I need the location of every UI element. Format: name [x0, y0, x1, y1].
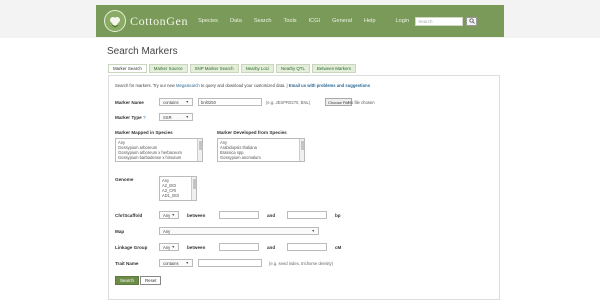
- marker-type-label-text: Marker Type: [115, 115, 142, 120]
- linkage-group-select[interactable]: Any ▼: [159, 243, 179, 251]
- nav-search[interactable]: Search: [254, 18, 272, 24]
- tab-nearby-loci[interactable]: Nearby Loci: [240, 64, 274, 73]
- trait-name-input[interactable]: [198, 259, 262, 267]
- email-link[interactable]: Email us with problems and suggestions: [289, 83, 370, 88]
- scrollbar[interactable]: [191, 177, 196, 200]
- logo[interactable]: CottonGen: [104, 10, 188, 32]
- megasearch-link[interactable]: MegaSearch: [176, 83, 200, 88]
- genome-listbox[interactable]: Any A2_BGI A2_CRI AD1_BGI: [159, 176, 197, 201]
- search-icon[interactable]: [466, 16, 478, 26]
- nav-data[interactable]: Data: [230, 18, 242, 24]
- file-status: No file chosen: [348, 100, 375, 105]
- intro-text: Search for markers. Try our new MegaSear…: [115, 83, 370, 88]
- reset-button[interactable]: Reset: [140, 276, 162, 285]
- chevron-down-icon: ▼: [185, 100, 189, 104]
- site-header: CottonGen Species Data Search Tools ICGI…: [96, 5, 504, 37]
- intro-middle: to query and download your customized da…: [199, 83, 289, 88]
- marker-type-label: Marker Type ?: [115, 115, 146, 120]
- list-item[interactable]: AD1_BGI: [162, 193, 194, 198]
- chr-end-input[interactable]: [287, 211, 327, 219]
- lg-between-label: between: [187, 245, 206, 250]
- help-icon[interactable]: ?: [143, 115, 146, 120]
- list-item[interactable]: Gossypium anomalum: [220, 155, 302, 160]
- scrollbar[interactable]: [299, 139, 304, 161]
- map-label: Map: [115, 229, 125, 234]
- page-title: Search Markers: [107, 46, 178, 57]
- nav-species[interactable]: Species: [198, 18, 218, 24]
- tab-marker-search[interactable]: Marker Search: [108, 64, 147, 73]
- chevron-down-icon: ▼: [185, 261, 189, 265]
- login-link[interactable]: Login: [396, 18, 410, 24]
- scrollbar-thumb[interactable]: [193, 179, 196, 189]
- lg-start-input[interactable]: [219, 243, 259, 251]
- search-button[interactable]: Search: [115, 276, 139, 285]
- trait-operator-select[interactable]: contains ▼: [159, 259, 193, 267]
- chevron-down-icon: ▼: [185, 115, 189, 119]
- tab-snp-marker-search[interactable]: SNP Marker Search: [189, 64, 239, 73]
- marker-name-label: Marker Name: [115, 100, 144, 105]
- tab-bar: Marker Search Marker Source SNP Marker S…: [108, 64, 358, 73]
- linkage-group-label: Linkage Group: [115, 245, 148, 250]
- map-value: Any: [163, 229, 171, 234]
- chevron-down-icon: ▼: [171, 245, 175, 249]
- list-item[interactable]: Gossypium barbadense x hirsutum: [118, 155, 200, 160]
- tab-marker-source[interactable]: Marker Source: [148, 64, 188, 73]
- nav-help[interactable]: Help: [364, 18, 376, 24]
- linkage-group-value: Any: [163, 245, 171, 250]
- lg-unit-label: cM: [335, 245, 342, 250]
- nav-icgi[interactable]: ICGI: [309, 18, 321, 24]
- chr-start-input[interactable]: [219, 211, 259, 219]
- marker-type-select[interactable]: SSR ▼: [159, 113, 193, 121]
- intro-prefix: Search for markers. Try our new: [115, 83, 176, 88]
- tab-between-markers[interactable]: Between Markers: [311, 64, 357, 73]
- trait-name-label: Trait Name: [115, 261, 139, 266]
- tab-nearby-qtl[interactable]: Nearby QTL: [276, 64, 310, 73]
- marker-type-value: SSR: [163, 115, 172, 120]
- scrollbar[interactable]: [197, 139, 202, 161]
- marker-name-operator-select[interactable]: contains ▼: [159, 98, 193, 106]
- marker-name-hint: (e.g. JESPR0270, BNL): [266, 100, 311, 105]
- developed-species-label: Marker Developed from Species: [217, 130, 287, 135]
- chr-and-label: and: [267, 213, 276, 218]
- trait-name-hint: (e.g. seed index, trichome density): [269, 261, 334, 266]
- marker-name-input[interactable]: bnl0250: [198, 98, 262, 106]
- search-form-panel: Search for markers. Try our new MegaSear…: [108, 75, 500, 300]
- developed-species-listbox[interactable]: Any Arabidopsis thaliana Brassica spp. G…: [217, 138, 305, 162]
- site-search-input[interactable]: Search: [415, 16, 464, 26]
- chr-between-label: between: [187, 213, 206, 218]
- cotton-boll-icon: [104, 10, 126, 32]
- mapped-species-listbox[interactable]: Any Gossypium arboreum Gossypium arboreu…: [115, 138, 203, 162]
- mapped-species-label: Marker Mapped in Species: [115, 130, 173, 135]
- genome-label: Genome: [115, 177, 134, 182]
- logo-text: CottonGen: [130, 13, 189, 28]
- chr-scaffold-select[interactable]: Any ▼: [159, 211, 179, 219]
- lg-end-input[interactable]: [287, 243, 327, 251]
- scrollbar-thumb[interactable]: [301, 141, 304, 150]
- chr-unit-label: bp: [335, 213, 341, 218]
- chevron-down-icon: ▼: [311, 229, 315, 233]
- chr-scaffold-value: Any: [163, 213, 171, 218]
- trait-operator-value: contains: [163, 261, 179, 266]
- scrollbar-thumb[interactable]: [199, 141, 202, 150]
- nav-general[interactable]: General: [332, 18, 352, 24]
- chr-scaffold-label: Chr/Scaffold: [115, 213, 143, 218]
- main-nav: Species Data Search Tools ICGI General H…: [198, 18, 387, 24]
- chevron-down-icon: ▼: [171, 213, 175, 217]
- map-select[interactable]: Any ▼: [159, 227, 319, 235]
- marker-name-operator-value: contains: [163, 100, 179, 105]
- lg-and-label: and: [267, 245, 276, 250]
- nav-tools[interactable]: Tools: [284, 18, 297, 24]
